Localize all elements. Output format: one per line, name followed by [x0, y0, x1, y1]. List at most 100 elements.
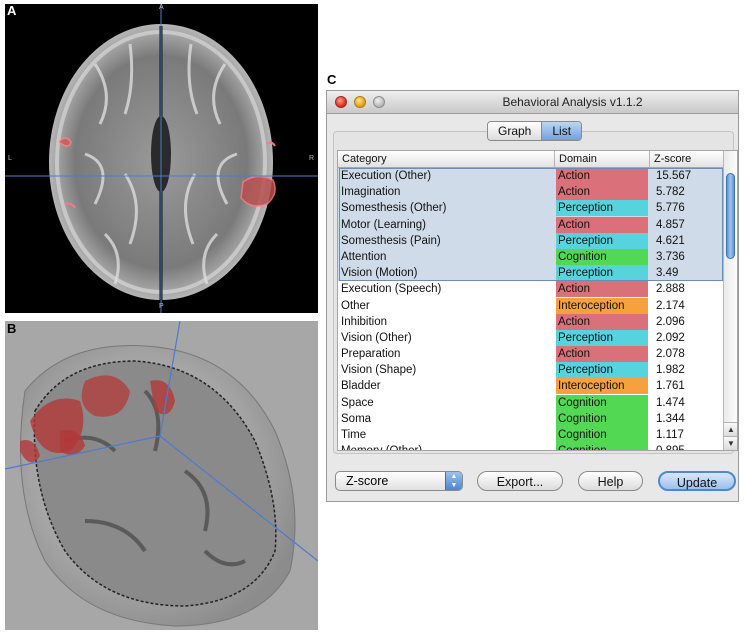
zscore-cell: 15.567	[656, 170, 692, 182]
domain-cell: Cognition	[556, 248, 648, 265]
table-row[interactable]: Inhibition Action 2.096	[338, 313, 723, 330]
category-cell: Imagination	[341, 186, 401, 199]
category-cell: Time	[341, 429, 367, 441]
category-cell: Memory (Other)	[341, 443, 553, 450]
category-cell: Inhibition	[341, 315, 388, 328]
table-row[interactable]: Bladder Interoception 1.761	[338, 378, 723, 395]
category-cell: Attention	[341, 250, 387, 263]
category-cell: Vision (Motion)	[341, 267, 418, 280]
domain-cell: Action	[556, 216, 648, 233]
table-row[interactable]: Soma Cognition 1.344	[338, 410, 723, 427]
zscore-cell: 4.621	[656, 234, 685, 247]
column-header-category[interactable]: Category	[342, 152, 387, 166]
domain-cell: Cognition	[556, 443, 648, 450]
zscore-cell: 2.092	[656, 331, 685, 344]
category-cell: Somesthesis (Pain)	[341, 234, 441, 247]
table-body: Execution (Other) Action 15.567 Imagination…	[338, 168, 723, 450]
domain-cell: Action	[556, 346, 648, 363]
table-row[interactable]: Preparation Action 2.078	[338, 346, 723, 363]
results-table[interactable]: Category Domain Z-score Execution (Other…	[337, 150, 738, 451]
domain-cell: Cognition	[556, 427, 648, 443]
table-header: Category Domain Z-score	[338, 151, 723, 168]
zscore-cell: 2.096	[656, 315, 685, 328]
table-row[interactable]: Vision (Other) Perception 2.092	[338, 329, 723, 346]
window-title: Behavioral Analysis v1.1.2	[502, 95, 643, 109]
column-header-zscore[interactable]: Z-score	[654, 152, 691, 166]
domain-cell: Action	[556, 168, 648, 184]
category-cell: Execution (Speech)	[341, 283, 442, 296]
category-cell: Motor (Learning)	[341, 218, 427, 231]
window-titlebar[interactable]: Behavioral Analysis v1.1.2	[327, 91, 738, 114]
orientation-anterior: A	[159, 4, 164, 11]
table-row[interactable]: Execution (Other) Action 15.567	[338, 168, 723, 185]
table-row[interactable]: Somesthesis (Other) Perception 5.776	[338, 200, 723, 217]
zscore-cell: 2.078	[656, 348, 685, 361]
domain-cell: Perception	[556, 329, 648, 346]
table-row[interactable]: Imagination Action 5.782	[338, 184, 723, 201]
zscore-cell: 1.982	[656, 364, 685, 377]
zscore-cell: 1.344	[656, 412, 685, 425]
export-button[interactable]: Export...	[477, 471, 563, 491]
zscore-cell: 1.117	[656, 429, 684, 441]
tab-graph[interactable]: Graph	[488, 122, 543, 140]
domain-cell: Perception	[556, 265, 648, 282]
scrollbar-thumb[interactable]	[726, 173, 735, 259]
category-cell: Other	[341, 299, 370, 312]
vertical-scrollbar[interactable]: ▲ ▼	[723, 151, 737, 450]
category-cell: Space	[341, 396, 374, 409]
zscore-cell: 1.474	[656, 396, 685, 409]
scroll-down-arrow-icon[interactable]: ▼	[724, 436, 737, 450]
help-button[interactable]: Help	[578, 471, 643, 491]
table-row[interactable]: Vision (Shape) Perception 1.982	[338, 362, 723, 379]
category-cell: Vision (Shape)	[341, 364, 417, 377]
domain-cell: Perception	[556, 362, 648, 379]
panel-label-c: C	[327, 72, 337, 87]
domain-cell: Action	[556, 313, 648, 330]
zscore-cell: 5.776	[656, 202, 685, 215]
domain-cell: Perception	[556, 200, 648, 217]
panel-label-b: B	[7, 321, 17, 336]
panel-label-a: A	[7, 3, 17, 18]
orientation-right: R	[309, 155, 315, 162]
update-button[interactable]: Update	[658, 471, 736, 491]
3d-brain-view[interactable]	[5, 321, 318, 630]
table-row[interactable]: Motor (Learning) Action 4.857	[338, 216, 723, 233]
3d-brain-render	[5, 321, 318, 627]
zscore-cell: 2.174	[656, 299, 685, 312]
category-cell: Bladder	[341, 380, 381, 393]
domain-cell: Action	[556, 184, 648, 201]
table-row[interactable]: Space Cognition 1.474	[338, 394, 723, 411]
column-divider	[649, 151, 650, 167]
zscore-cell: 1.761	[656, 380, 685, 393]
zscore-cell: 3.49	[656, 267, 679, 280]
table-row[interactable]: Execution (Speech) Action 2.888	[338, 281, 723, 298]
table-row[interactable]: Time Cognition 1.117	[338, 427, 723, 443]
tab-list[interactable]: List	[542, 122, 582, 140]
column-divider	[554, 151, 555, 167]
zscore-cell: 3.736	[656, 250, 685, 263]
sort-by-select[interactable]: Z-score ▲ ▼	[335, 471, 463, 491]
category-cell: Soma	[341, 412, 372, 425]
zscore-cell: 0.895	[652, 443, 718, 450]
domain-cell: Perception	[556, 232, 648, 249]
axial-mri-view[interactable]: A P L R	[5, 4, 318, 313]
column-header-domain[interactable]: Domain	[559, 152, 597, 166]
view-mode-segmented-control[interactable]: Graph List	[487, 121, 583, 141]
category-cell: Somesthesis (Other)	[341, 202, 447, 215]
orientation-left: L	[8, 155, 12, 162]
axial-brain-image	[5, 4, 318, 313]
behavioral-analysis-window: Behavioral Analysis v1.1.2 Graph List Ca…	[326, 90, 739, 502]
sort-by-select-value: Z-score	[346, 474, 389, 488]
table-row[interactable]: Vision (Motion) Perception 3.49	[338, 265, 723, 282]
table-row[interactable]: Other Interoception 2.174	[338, 297, 723, 314]
scroll-up-arrow-icon[interactable]: ▲	[724, 422, 737, 436]
category-cell: Preparation	[341, 348, 401, 361]
domain-cell: Interoception	[556, 378, 648, 395]
domain-cell: Action	[556, 281, 648, 298]
category-cell: Execution (Other)	[341, 170, 432, 182]
table-row[interactable]: Attention Cognition 3.736	[338, 248, 723, 266]
domain-cell: Interoception	[556, 297, 648, 314]
zscore-cell: 5.782	[656, 186, 685, 199]
table-row[interactable]: Somesthesis (Pain) Perception 4.621	[338, 232, 723, 249]
table-row[interactable]: Memory (Other)Cognition 0.895	[338, 443, 723, 450]
